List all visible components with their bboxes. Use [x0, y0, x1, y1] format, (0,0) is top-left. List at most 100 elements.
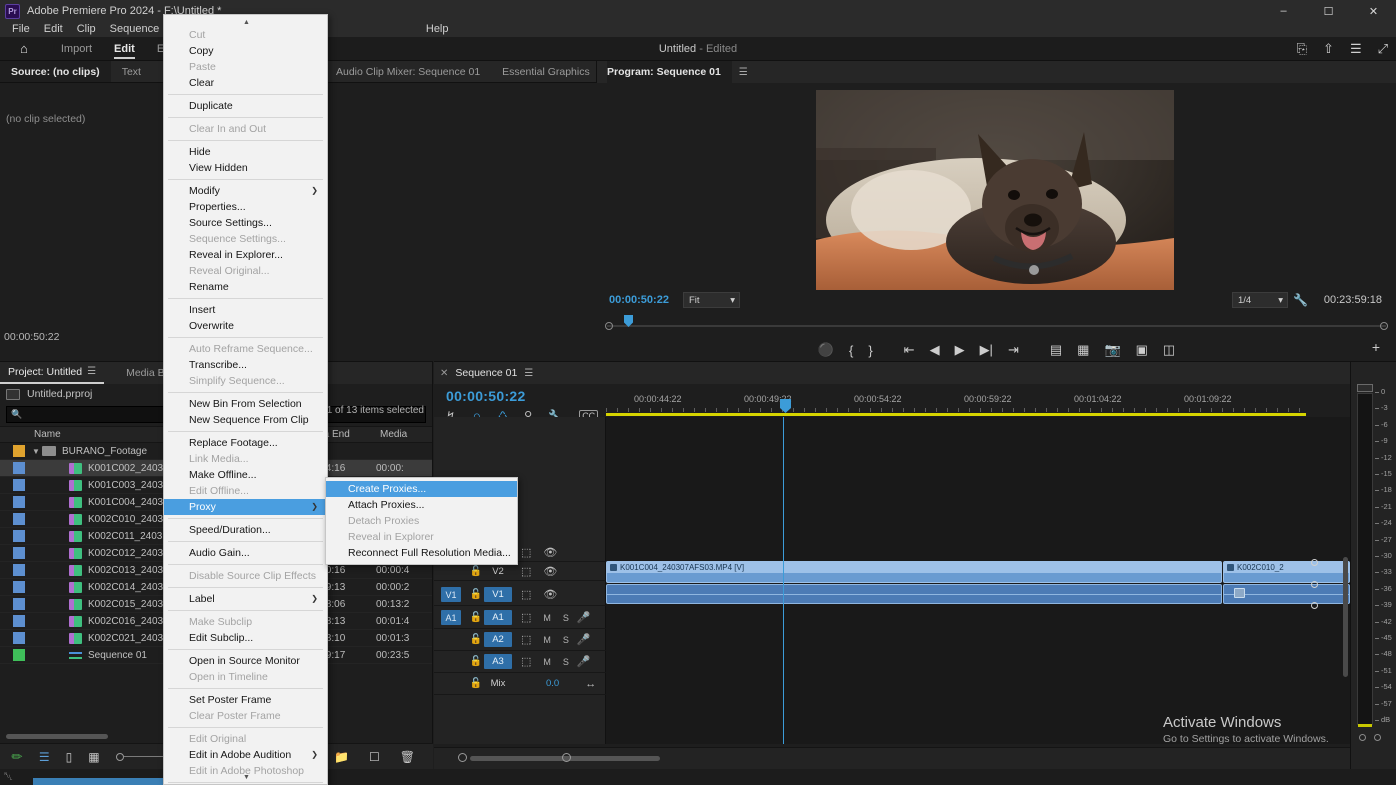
zoom-level-select[interactable]: Fit ▾	[683, 292, 740, 308]
mark-in-icon[interactable]: {	[849, 343, 853, 358]
timeline-track-header[interactable]: 🔓Mix0.0↔	[434, 673, 606, 695]
timeline-clip-v1-b[interactable]: K002C010_2	[1223, 561, 1350, 583]
button-editor-icon[interactable]: +	[1372, 339, 1380, 355]
add-marker-icon[interactable]: ⚫	[818, 342, 834, 358]
context-menu-item[interactable]: Replace Footage...	[164, 435, 327, 451]
context-menu-item[interactable]: Edit in Adobe Audition❯	[164, 747, 327, 763]
context-menu-item[interactable]: Reveal in Explorer...	[164, 247, 327, 263]
track-name-label[interactable]: V2	[484, 564, 512, 579]
context-menu-item[interactable]: New Sequence From Clip	[164, 412, 327, 428]
context-menu-item[interactable]: Copy	[164, 43, 327, 59]
mute-icon[interactable]: M	[543, 613, 551, 623]
context-menu-item[interactable]: View Hidden	[164, 160, 327, 176]
hamburger-icon[interactable]: ☰	[524, 368, 533, 379]
workspace-edit[interactable]: Edit	[103, 37, 146, 61]
timeline-clip-v1-a[interactable]: K001C004_240307AFS03.MP4 [V]	[606, 561, 1222, 583]
hamburger-icon[interactable]: ☰	[87, 361, 96, 383]
solo-icon[interactable]: S	[563, 613, 569, 623]
timeline-audio-clip-a1-a[interactable]	[606, 584, 1222, 604]
timeline-track-header[interactable]: V1🔓V1⬚👁	[434, 584, 606, 606]
list-view-icon[interactable]: ☰	[39, 750, 50, 764]
timeline-track-header[interactable]: A1🔓A1⬚MS🎤	[434, 607, 606, 629]
step-forward-icon[interactable]: ▶|	[980, 342, 993, 358]
close-icon[interactable]: ✕	[440, 368, 448, 379]
toggle-sync-lock-icon[interactable]: ⬚	[521, 565, 531, 578]
context-menu-item[interactable]: Insert	[164, 302, 327, 318]
toggle-track-output-icon[interactable]: 👁	[543, 565, 557, 578]
context-menu-item[interactable]: Speed/Duration...	[164, 522, 327, 538]
toggle-sync-lock-icon[interactable]: ⬚	[521, 588, 531, 601]
timeline-track-header[interactable]: 🔓A2⬚MS🎤	[434, 629, 606, 651]
scrubber-right-handle[interactable]	[1380, 322, 1388, 330]
scrubber-left-handle[interactable]	[605, 322, 613, 330]
go-to-out-icon[interactable]: ⇥	[1008, 342, 1019, 358]
program-video-frame[interactable]	[816, 90, 1174, 290]
menu-help[interactable]: Help	[419, 22, 456, 37]
disclosure-triangle-icon[interactable]: ▼	[30, 447, 42, 456]
track-lock-icon[interactable]: 🔓	[468, 678, 484, 689]
submenu-item[interactable]: Attach Proxies...	[326, 497, 517, 513]
share-icon[interactable]: ⎘	[1297, 41, 1307, 57]
maximize-button[interactable]: ☐	[1306, 0, 1351, 22]
context-menu-item[interactable]: Hide	[164, 144, 327, 160]
new-item-icon[interactable]: ☐	[369, 750, 380, 764]
wrench-icon[interactable]: 🔧	[1293, 293, 1308, 307]
mark-out-icon[interactable]: }	[868, 343, 872, 358]
menu-edit[interactable]: Edit	[37, 22, 70, 37]
timeline-track-header[interactable]: 🔓A3⬚MS🎤	[434, 651, 606, 673]
toggle-sync-lock-icon[interactable]: ⬚	[521, 655, 531, 668]
clip-handle-dot-top[interactable]	[1311, 559, 1318, 566]
track-lock-icon[interactable]: 🔓	[468, 656, 484, 667]
tab-text[interactable]: Text	[111, 61, 152, 83]
export-frame-icon[interactable]: 📷	[1104, 342, 1120, 358]
timeline-vertical-scrollbar[interactable]	[1343, 557, 1348, 677]
context-menu-item[interactable]: Edit Subclip...	[164, 630, 327, 646]
freeform-view-icon[interactable]: ▦	[88, 750, 99, 764]
context-menu-item[interactable]: New Bin From Selection	[164, 396, 327, 412]
toggle-track-output-icon[interactable]: 👁	[543, 546, 557, 559]
timeline-audio-clip-a1-b[interactable]	[1223, 584, 1350, 604]
menu-icon[interactable]: ☰	[1350, 41, 1362, 57]
step-back-icon[interactable]: ◀	[930, 342, 940, 358]
submenu-item[interactable]: Create Proxies...	[326, 481, 517, 497]
context-menu-item[interactable]: Proxy❯	[164, 499, 327, 515]
track-target-toggle[interactable]: V1	[441, 587, 461, 602]
timeline-ruler[interactable]: 00:00:44:2200:00:49:2200:00:54:2200:00:5…	[606, 384, 1306, 414]
mute-icon[interactable]: M	[543, 635, 551, 645]
go-to-in-icon[interactable]: ⇤	[904, 342, 915, 358]
program-scrubber[interactable]	[597, 313, 1396, 335]
track-name-label[interactable]: A2	[484, 632, 512, 647]
hamburger-icon[interactable]: ☰	[739, 67, 748, 78]
track-name-label[interactable]: V1	[484, 587, 512, 602]
home-icon[interactable]: ⌂	[20, 41, 28, 56]
tab-audio-clip-mixer[interactable]: Audio Clip Mixer: Sequence 01	[325, 61, 491, 83]
voiceover-icon[interactable]: 🎤	[577, 633, 591, 646]
meter-solo-icon[interactable]	[1359, 734, 1366, 741]
meter-mute-icon[interactable]	[1374, 734, 1381, 741]
timeline-timecode[interactable]: 00:00:50:22	[446, 388, 526, 404]
solo-icon[interactable]: S	[563, 635, 569, 645]
context-menu-item[interactable]: Open in Source Monitor	[164, 653, 327, 669]
menu-file[interactable]: File	[5, 22, 37, 37]
track-name-label[interactable]: A3	[484, 654, 512, 669]
solo-icon[interactable]: S	[563, 657, 569, 667]
context-menu-scroll-down[interactable]: ▼	[164, 771, 329, 783]
timeline-zoom-left-handle[interactable]	[458, 753, 467, 762]
tab-program-sequence[interactable]: Program: Sequence 01	[607, 61, 732, 83]
menu-clip[interactable]: Clip	[70, 22, 103, 37]
toggle-sync-lock-icon[interactable]: ⬚	[521, 611, 531, 624]
context-menu-item[interactable]: Duplicate	[164, 98, 327, 114]
delete-icon[interactable]: 🗑	[400, 750, 415, 764]
workspace-import[interactable]: Import	[50, 37, 103, 61]
timeline-zoom-right-handle[interactable]	[562, 753, 571, 762]
menu-sequence[interactable]: Sequence	[103, 22, 167, 37]
tab-sequence-01[interactable]: Sequence 01	[455, 367, 517, 379]
track-name-label[interactable]: Mix	[484, 676, 512, 691]
track-lock-icon[interactable]: 🔓	[468, 634, 484, 645]
context-menu-item[interactable]: Set Poster Frame	[164, 692, 327, 708]
meter-clip-indicator[interactable]	[1357, 384, 1373, 392]
mix-level-value[interactable]: 0.0	[546, 678, 559, 689]
project-horizontal-scrollbar[interactable]	[6, 734, 108, 739]
icon-view-icon[interactable]: ▯	[66, 750, 73, 764]
toggle-sync-lock-icon[interactable]: ⬚	[521, 546, 531, 559]
